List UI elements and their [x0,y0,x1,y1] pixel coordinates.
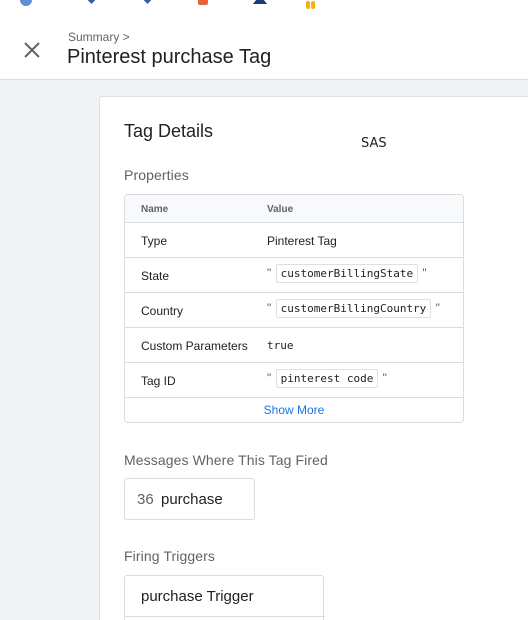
row-value: " customerBillingCountry " [267,299,440,318]
table-row: State " customerBillingState " [125,258,463,293]
message-event: purchase [161,491,223,508]
tag-details-card: Tag Details SAS Properties Name Value Ty… [99,96,528,620]
annotation-text: SAS [361,136,387,151]
divider [125,616,325,617]
quote-close: " [422,266,427,280]
table-header: Name Value [125,195,463,223]
quote-close: " [382,371,387,385]
trigger-item[interactable]: purchase Trigger [124,575,325,620]
messages-label: Messages Where This Tag Fired [124,452,328,468]
column-header-value: Value [267,204,294,215]
quote-open: " [267,301,272,315]
favicon-strip [0,0,528,16]
quote-open: " [267,266,272,280]
variable-chip[interactable]: customerBillingCountry [275,299,432,318]
table-row: Country " customerBillingCountry " [125,293,463,328]
variable-chip[interactable]: pinterest code [275,369,379,388]
trigger-name: purchase Trigger [141,588,254,605]
properties-label: Properties [124,167,189,183]
row-name: Country [141,304,184,318]
firing-triggers-label: Firing Triggers [124,548,215,564]
row-value: " customerBillingState " [267,264,427,283]
row-name: Type [141,234,168,248]
message-item[interactable]: 36 purchase [124,478,255,520]
blue-diamond-icon[interactable] [85,0,98,4]
table-row: Tag ID " pinterest code " [125,363,463,398]
variable-chip[interactable]: customerBillingState [275,264,419,283]
blue-circle-icon[interactable] [20,0,32,6]
table-row: Type Pinterest Tag [125,223,463,258]
header: Summary > Pinterest purchase Tag [0,16,528,80]
navy-triangle-icon[interactable] [253,0,267,4]
properties-table: Name Value Type Pinterest Tag State " cu… [124,194,464,423]
blue-diamond-icon[interactable] [141,0,154,4]
message-number: 36 [137,491,154,508]
orange-icon[interactable] [198,0,208,5]
show-more-link[interactable]: Show More [125,398,463,422]
quote-close: " [435,301,440,315]
close-button[interactable] [18,36,46,64]
card-title: Tag Details [124,121,214,141]
column-header-name: Name [141,204,169,215]
row-value: " pinterest code " [267,369,387,388]
yellow-bars-icon[interactable] [306,0,320,9]
page-title: Pinterest purchase Tag [67,46,272,68]
row-name: Custom Parameters [141,339,248,353]
table-row: Custom Parameters true [125,328,463,363]
row-name: Tag ID [141,374,176,388]
close-icon [24,42,40,58]
row-value: true [267,339,294,352]
quote-open: " [267,371,272,385]
breadcrumb[interactable]: Summary > [68,30,130,44]
row-name: State [141,269,170,283]
row-value: Pinterest Tag [267,234,337,248]
